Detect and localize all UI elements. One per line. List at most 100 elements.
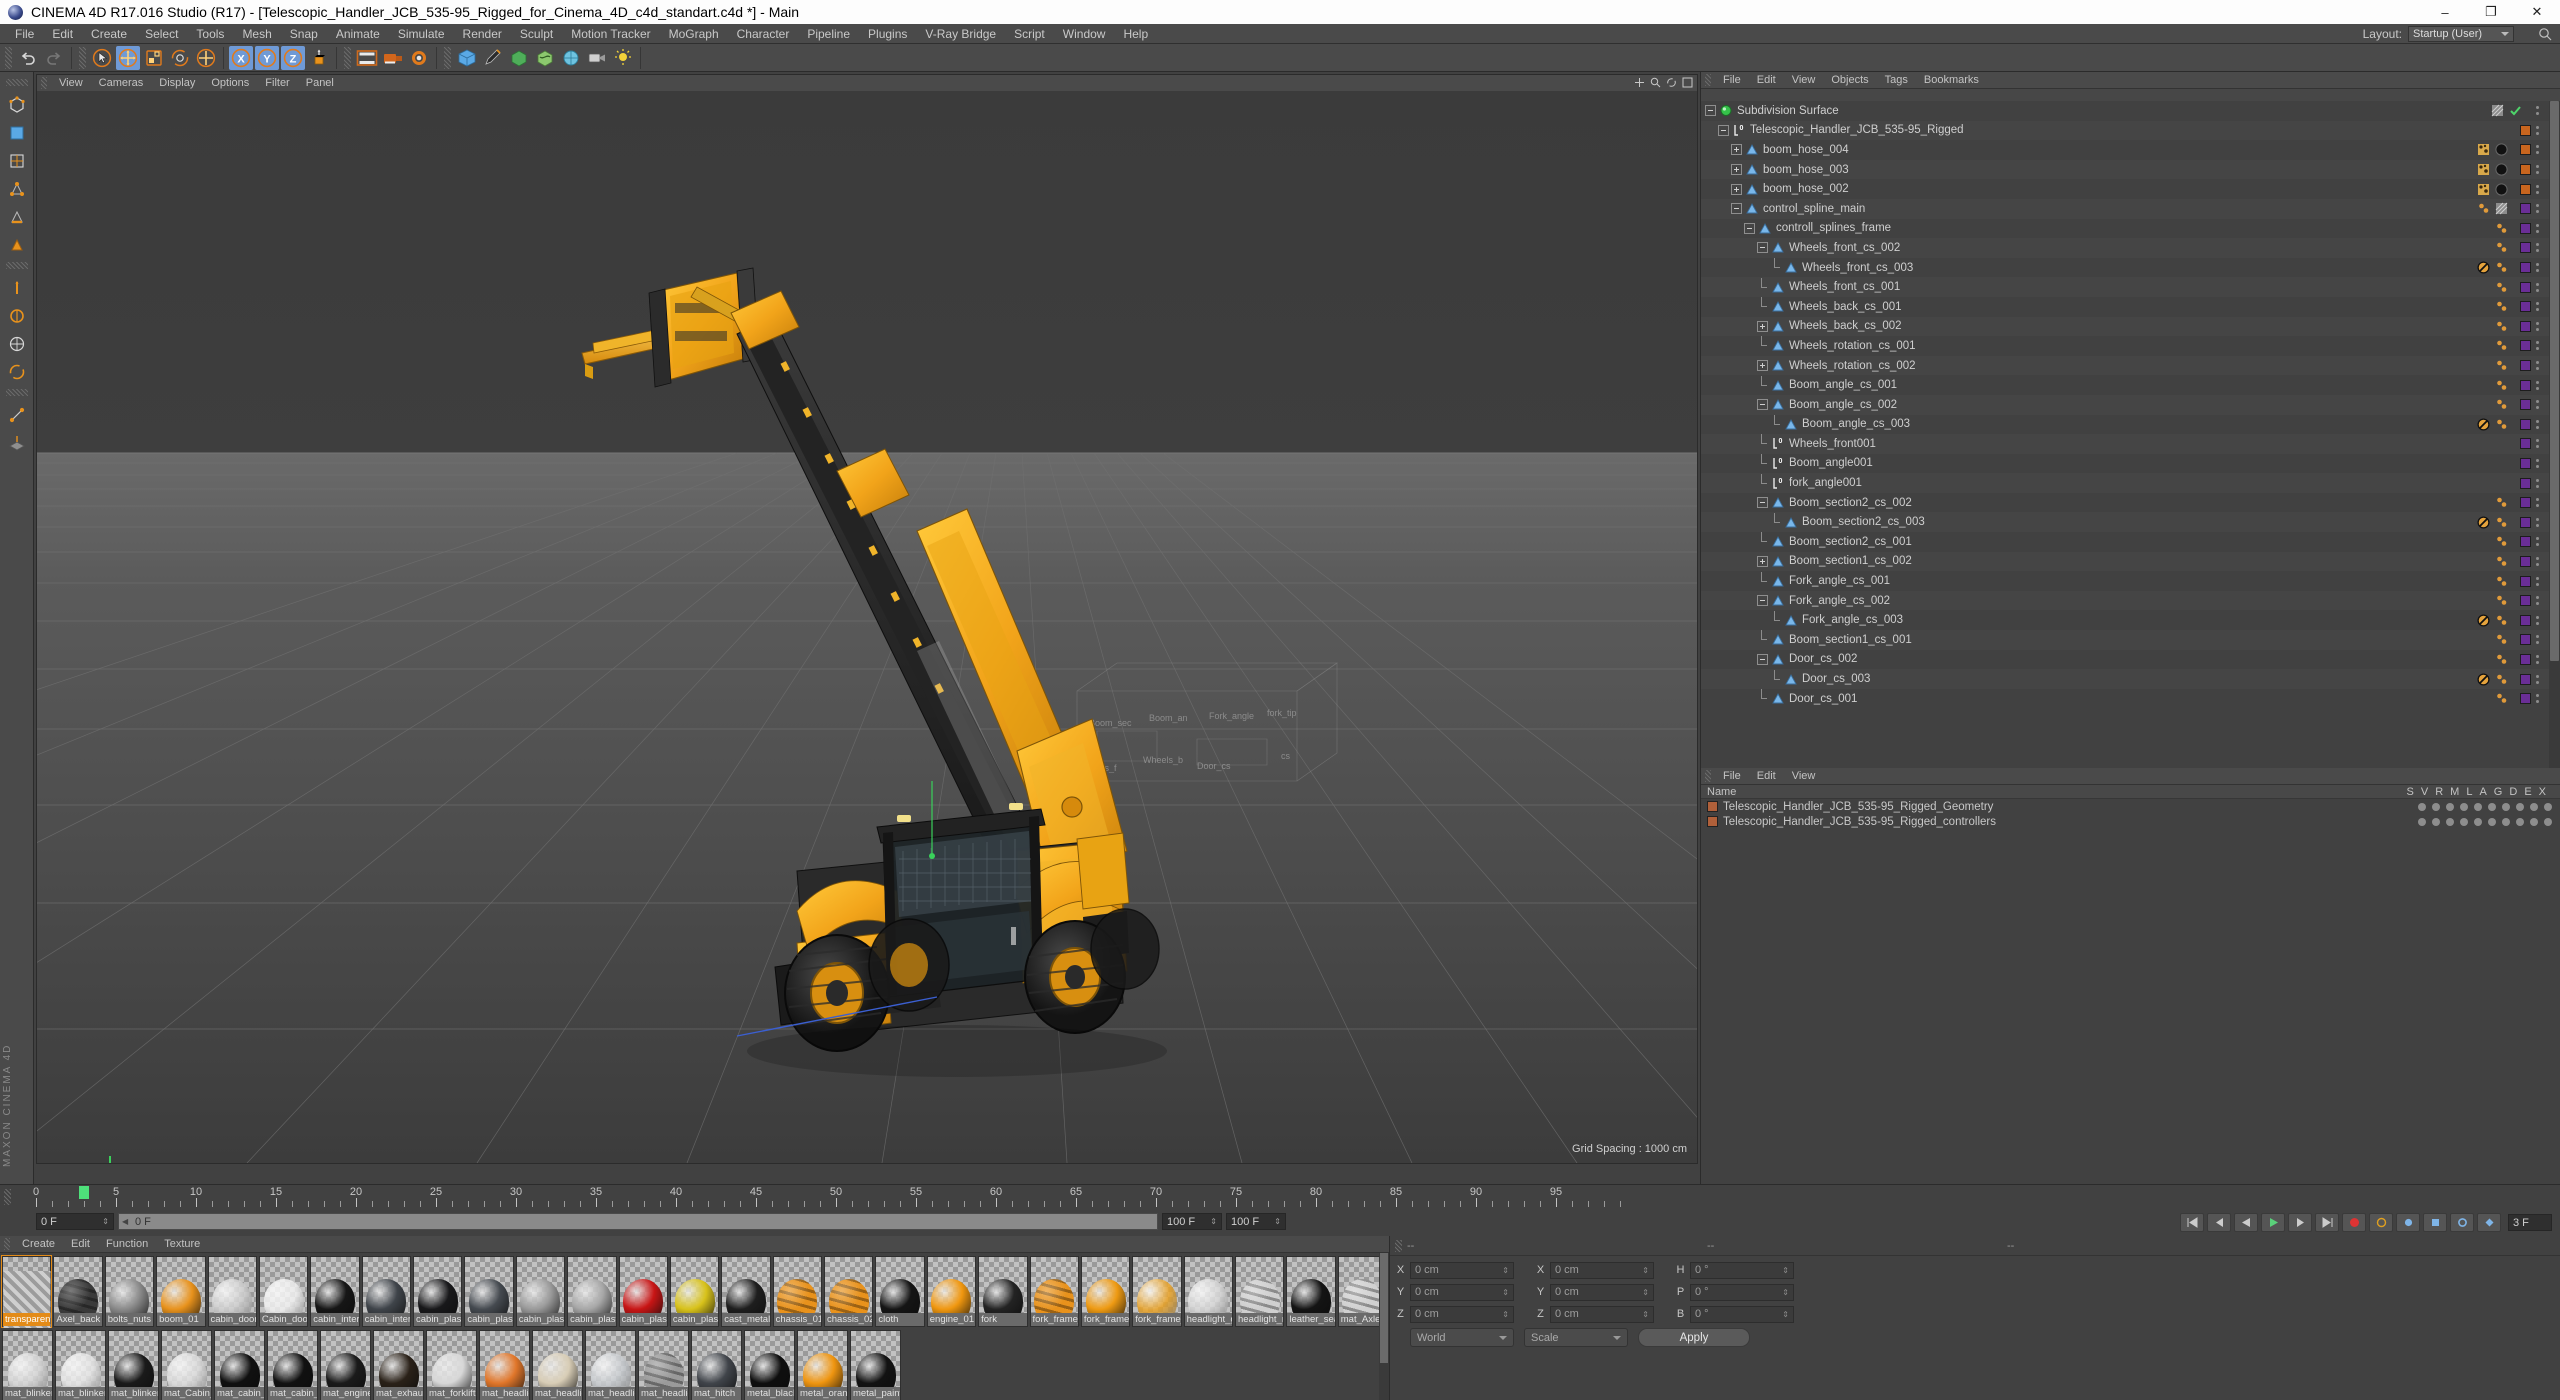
- material-swatch[interactable]: mat_headlight3: [585, 1330, 636, 1400]
- object-tag-hatch[interactable]: [2492, 199, 2510, 219]
- viewport-menu-filter[interactable]: Filter: [257, 75, 297, 91]
- vtoolbar-grip[interactable]: [5, 262, 28, 269]
- layer-color-swatch[interactable]: [2520, 144, 2531, 156]
- layer-color-swatch[interactable]: [2520, 399, 2531, 411]
- menu-file[interactable]: File: [6, 24, 43, 44]
- visibility-dots[interactable]: [2534, 596, 2540, 606]
- add-spline-pen-button[interactable]: [481, 46, 505, 70]
- point-mode-button[interactable]: [4, 176, 30, 202]
- menu-help[interactable]: Help: [1114, 24, 1157, 44]
- visibility-dots[interactable]: [2534, 125, 2540, 135]
- object-tree-row[interactable]: Boom_section1_cs_002: [1701, 551, 2560, 572]
- object-tree-row[interactable]: Wheels_back_cs_002: [1701, 316, 2560, 337]
- object-tag-dots[interactable]: [2492, 630, 2510, 650]
- enable-axis-modification-button[interactable]: [4, 303, 30, 329]
- material-swatch[interactable]: mat_blinkers2: [55, 1330, 106, 1400]
- layer-color-swatch[interactable]: [2520, 183, 2531, 195]
- layer-color-swatch[interactable]: [2520, 477, 2531, 489]
- position-y-field[interactable]: 0 cm ⇕: [1410, 1283, 1514, 1301]
- vtoolbar-grip[interactable]: [5, 389, 28, 396]
- minimize-button[interactable]: –: [2422, 0, 2468, 24]
- layer-flag-s[interactable]: S: [2407, 786, 2414, 798]
- material-swatch[interactable]: mat_blinkers3: [108, 1330, 159, 1400]
- object-tree-row[interactable]: Door_cs_002: [1701, 650, 2560, 670]
- viewport-3d-canvas[interactable]: Boom_sec Boom_an Fork_angle fork_tip Whe…: [37, 91, 1697, 1163]
- step-back-button[interactable]: [2207, 1213, 2231, 1232]
- menu-select[interactable]: Select: [136, 24, 187, 44]
- object-tag-dots[interactable]: [2492, 591, 2510, 611]
- layout-selector[interactable]: Layout: Startup (User): [2363, 24, 2514, 44]
- object-tag-deny[interactable]: [2474, 258, 2492, 278]
- object-tree-row[interactable]: control_spline_main: [1701, 198, 2560, 219]
- timeline-scrub-slider[interactable]: 0 F: [118, 1213, 1158, 1230]
- world-object-coordinate-button[interactable]: [307, 46, 331, 70]
- object-tree-row[interactable]: Wheels_front_cs_002: [1701, 238, 2560, 258]
- apply-button[interactable]: Apply: [1638, 1328, 1750, 1347]
- make-editable-button[interactable]: [4, 92, 30, 118]
- layer-flag-toggles[interactable]: [2418, 817, 2552, 826]
- layer-flag-r[interactable]: R: [2435, 786, 2443, 798]
- visibility-dots[interactable]: [2534, 145, 2540, 155]
- step-forward-button[interactable]: [2288, 1213, 2312, 1232]
- material-swatch[interactable]: Cabin_door_glass2: [258, 1256, 309, 1327]
- redo-button[interactable]: [42, 46, 66, 70]
- layer-color-swatch[interactable]: [2520, 555, 2531, 567]
- polygon-mode-button[interactable]: [4, 232, 30, 258]
- menu-motion-tracker[interactable]: Motion Tracker: [562, 24, 659, 44]
- spinner-icon[interactable]: ⇕: [1642, 1266, 1649, 1275]
- menu-create[interactable]: Create: [82, 24, 136, 44]
- object-tree-row[interactable]: Boom_angle_cs_002: [1701, 394, 2560, 415]
- object-tree-row[interactable]: 0 Wheels_front001: [1701, 434, 2560, 454]
- search-icon[interactable]: [2538, 27, 2552, 41]
- layer-color-swatch[interactable]: [2520, 281, 2531, 293]
- layer-color-swatch[interactable]: [2520, 634, 2531, 646]
- collapse-toggle[interactable]: [1757, 399, 1768, 411]
- object-tag-check[interactable]: [2506, 101, 2524, 121]
- visibility-dots[interactable]: [2534, 694, 2540, 704]
- layer-flag-e[interactable]: E: [2524, 786, 2531, 798]
- zoom-view-icon[interactable]: [1650, 77, 1661, 88]
- visibility-dots[interactable]: [2534, 517, 2540, 527]
- layer-flag-v[interactable]: V: [2421, 786, 2428, 798]
- coordinates-grip[interactable]: [1395, 1239, 1402, 1252]
- menu-animate[interactable]: Animate: [327, 24, 389, 44]
- mat-menu-function[interactable]: Function: [98, 1236, 156, 1253]
- layer-color-swatch[interactable]: [2520, 595, 2531, 607]
- object-tag-dots[interactable]: [2492, 650, 2510, 670]
- layer-manager-grip[interactable]: [1705, 770, 1711, 782]
- axis-lock-button[interactable]: [4, 275, 30, 301]
- material-manager-grip[interactable]: [4, 1238, 10, 1250]
- visibility-dots[interactable]: [2534, 458, 2540, 468]
- layer-color-swatch[interactable]: [2520, 379, 2531, 391]
- layer-color-swatch[interactable]: [2520, 693, 2531, 705]
- size-z-field[interactable]: 0 cm ⇕: [1550, 1305, 1654, 1323]
- viewport-menu-options[interactable]: Options: [203, 75, 257, 91]
- maximize-view-icon[interactable]: [1682, 77, 1693, 88]
- object-tree-row[interactable]: Door_cs_003: [1701, 669, 2560, 689]
- material-swatch[interactable]: mat_exhaust: [373, 1330, 424, 1400]
- object-tag-dots[interactable]: [2492, 493, 2510, 513]
- position-x-field[interactable]: 0 cm ⇕: [1410, 1261, 1514, 1279]
- close-button[interactable]: ✕: [2514, 0, 2560, 24]
- object-tag-dots[interactable]: [2492, 317, 2510, 337]
- key-param-button[interactable]: [2477, 1213, 2501, 1232]
- object-manager-tree[interactable]: Subdivision Surface 0 Telescopic_Handler_J…: [1701, 101, 2560, 768]
- visibility-dots[interactable]: [2534, 341, 2540, 351]
- object-tag-hatch[interactable]: [2488, 101, 2506, 121]
- collapse-toggle[interactable]: [1757, 242, 1768, 254]
- layer-color-swatch[interactable]: [2520, 457, 2531, 469]
- menu-window[interactable]: Window: [1054, 24, 1115, 44]
- move-alt-tool-button[interactable]: [194, 46, 218, 70]
- material-swatch[interactable]: metal_paint: [850, 1330, 901, 1400]
- visibility-dots[interactable]: [2534, 204, 2540, 214]
- visibility-dots[interactable]: [2534, 439, 2540, 449]
- expand-toggle[interactable]: [1757, 320, 1768, 332]
- object-tree-row[interactable]: Wheels_front_cs_001: [1701, 277, 2560, 297]
- layer-color-swatch[interactable]: [2520, 673, 2531, 685]
- material-swatch[interactable]: mat_headlight4: [638, 1330, 689, 1400]
- menu-mograph[interactable]: MoGraph: [660, 24, 728, 44]
- z-axis-lock-button[interactable]: Z: [281, 45, 305, 70]
- spinner-icon[interactable]: ⇕: [1642, 1310, 1649, 1319]
- object-tag-dots[interactable]: [2492, 356, 2510, 376]
- object-tree-row[interactable]: Subdivision Surface: [1701, 101, 2560, 121]
